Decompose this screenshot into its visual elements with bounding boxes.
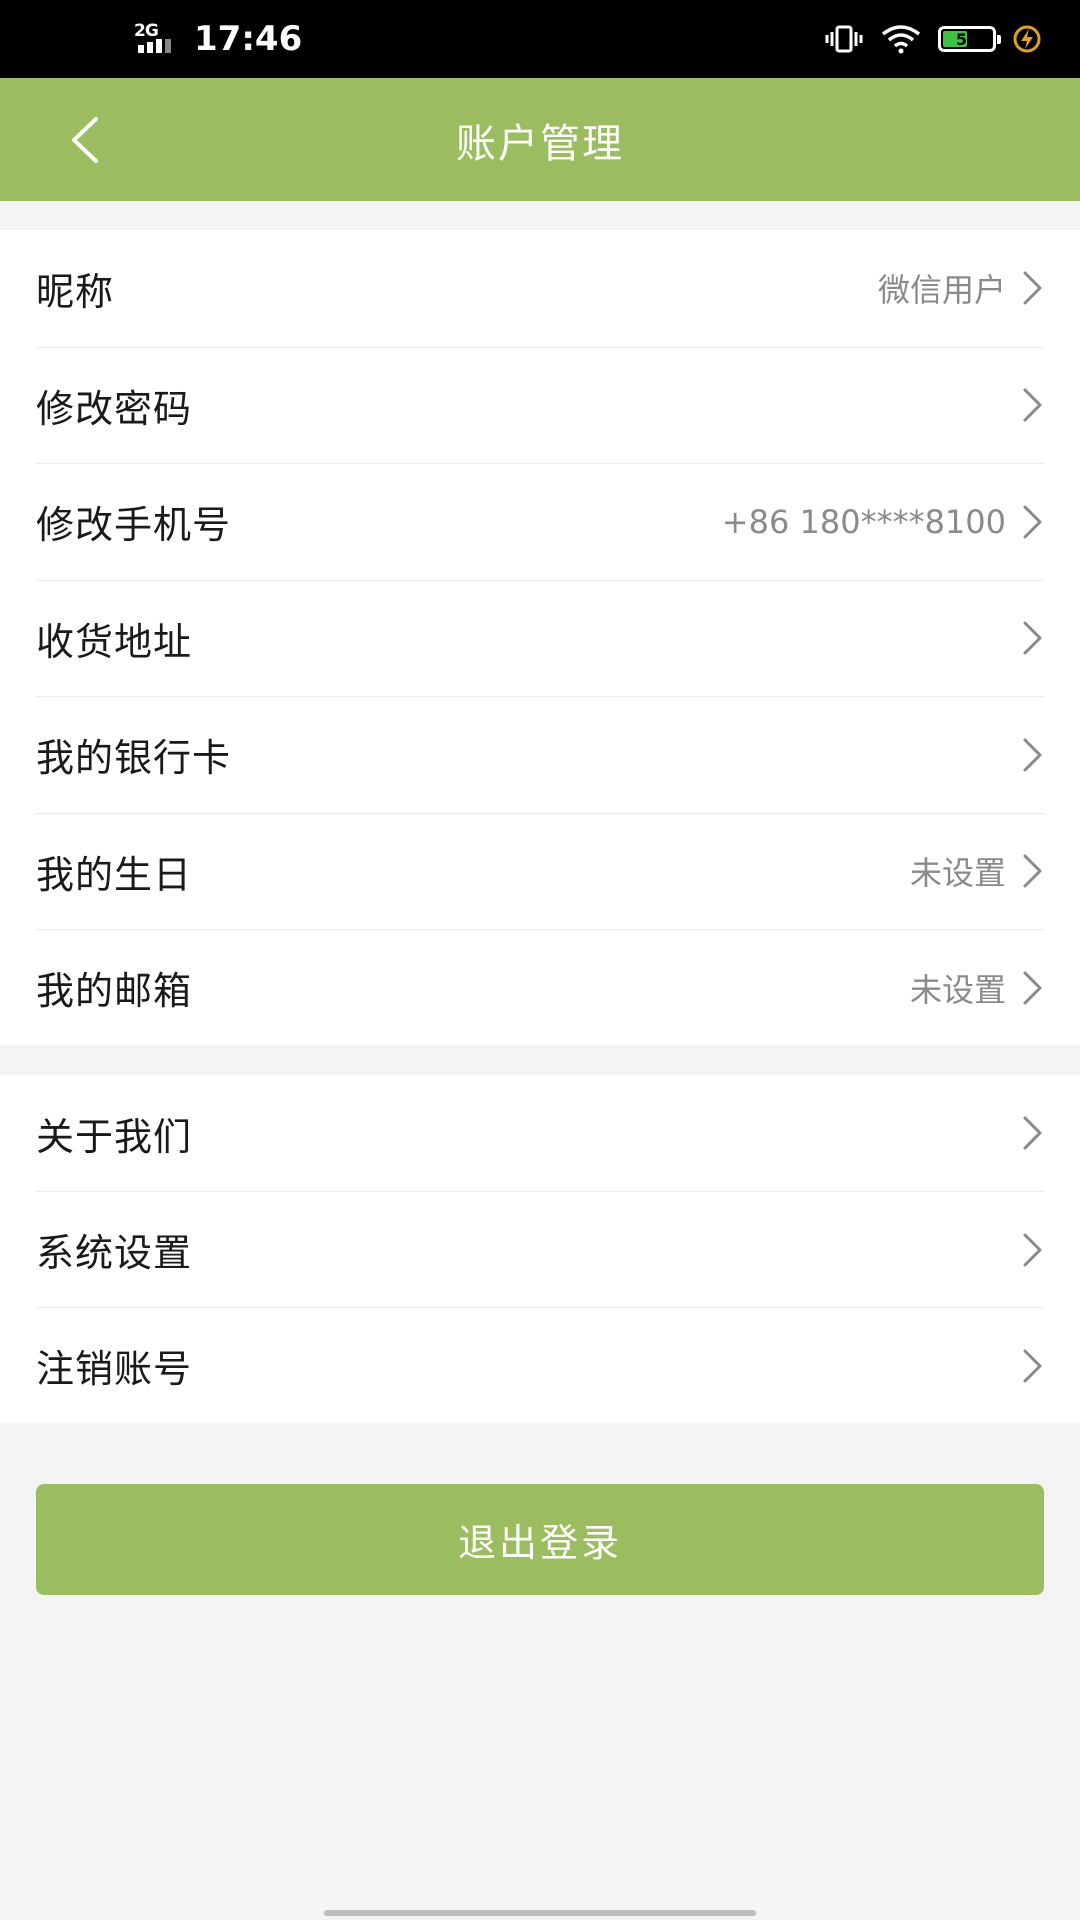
- settings-row[interactable]: 我的邮箱 未设置: [36, 929, 1044, 1046]
- row-right: [1022, 1348, 1044, 1384]
- row-right: [1022, 1115, 1044, 1151]
- chevron-right-icon: [1023, 738, 1042, 772]
- home-indicator: [324, 1910, 756, 1916]
- row-label: 修改手机号: [36, 503, 232, 548]
- app-header: 账户管理: [0, 78, 1080, 201]
- battery-icon: 51: [938, 26, 1001, 52]
- network-type: 2G: [134, 21, 159, 41]
- chevron-right-icon: [1023, 1349, 1042, 1382]
- row-value: 微信用户: [877, 271, 1006, 310]
- row-label: 昵称: [36, 269, 115, 314]
- settings-row[interactable]: 注销账号: [36, 1307, 1044, 1423]
- settings-row[interactable]: 收货地址: [36, 579, 1044, 697]
- row-label: 收货地址: [36, 619, 193, 664]
- row-value: 未设置: [909, 970, 1006, 1009]
- status-time: 17:46: [194, 19, 303, 59]
- status-left: 2G 17:46: [134, 0, 302, 78]
- row-label: 我的银行卡: [36, 736, 232, 781]
- row-right: 未设置: [910, 965, 1044, 1011]
- logout-button[interactable]: 退出登录: [36, 1484, 1044, 1595]
- row-right: [1006, 387, 1044, 423]
- settings-row[interactable]: 昵称 微信用户: [36, 230, 1044, 347]
- row-label: 系统设置: [36, 1231, 193, 1275]
- row-label: 注销账号: [36, 1347, 193, 1391]
- row-label: 关于我们: [36, 1114, 193, 1159]
- signal-icon: 2G: [134, 19, 184, 59]
- wifi-icon: [881, 25, 921, 54]
- account-settings-list: 昵称 微信用户修改密码修改手机号 +86 180****8100 收货地址我的银行卡我…: [0, 230, 1080, 1045]
- status-bar: 2G 17:46 51: [0, 0, 1080, 78]
- chevron-right-icon: [1023, 505, 1042, 539]
- row-value: +86 180****8100: [721, 502, 1006, 541]
- status-right: 51: [824, 0, 1042, 78]
- settings-row[interactable]: 我的银行卡: [36, 696, 1044, 813]
- chevron-right-icon: [1023, 271, 1042, 305]
- row-right: [1006, 737, 1044, 773]
- chevron-right-icon: [1023, 854, 1042, 888]
- settings-row[interactable]: 我的生日 未设置: [36, 812, 1044, 930]
- settings-row[interactable]: 关于我们: [36, 1075, 1044, 1191]
- row-right: 未设置: [910, 848, 1044, 894]
- settings-row[interactable]: 修改密码: [36, 346, 1044, 464]
- row-right: 微信用户: [878, 265, 1044, 311]
- chevron-right-icon: [1023, 621, 1042, 655]
- row-right: +86 180****8100: [722, 503, 1044, 541]
- page-title: 账户管理: [456, 120, 624, 167]
- chevron-right-icon: [1023, 971, 1042, 1005]
- row-right: [1006, 620, 1044, 656]
- row-label: 我的生日: [36, 852, 193, 897]
- row-value: 未设置: [909, 854, 1006, 893]
- chevron-right-icon: [1023, 388, 1042, 422]
- other-settings-list: 关于我们系统设置注销账号: [0, 1075, 1080, 1423]
- row-right: [1022, 1232, 1044, 1268]
- chevron-right-icon: [1023, 1233, 1042, 1266]
- row-label: 我的邮箱: [36, 969, 193, 1014]
- battery-level: 51: [955, 29, 979, 49]
- vibrate-icon: [825, 25, 863, 53]
- charging-icon: [1013, 25, 1041, 53]
- row-label: 修改密码: [36, 386, 193, 431]
- settings-row[interactable]: 系统设置: [36, 1191, 1044, 1307]
- chevron-right-icon: [1023, 1116, 1042, 1150]
- settings-row[interactable]: 修改手机号 +86 180****8100: [36, 463, 1044, 580]
